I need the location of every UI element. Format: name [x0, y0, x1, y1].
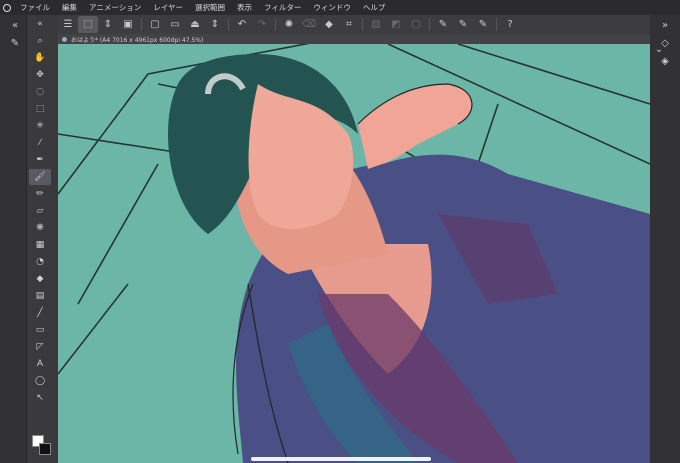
correct-icon[interactable]: ↖ — [29, 390, 51, 406]
lasso-icon[interactable]: ◌ — [29, 84, 51, 100]
collapse-left-icon[interactable]: « — [2, 17, 28, 33]
menu-filter[interactable]: フィルター — [258, 2, 307, 13]
menu-icon[interactable]: ☰ — [58, 16, 78, 33]
eyedropper-icon[interactable]: ⁄ — [29, 135, 51, 151]
menu-window[interactable]: ウィンドウ — [307, 2, 357, 13]
chevron-updown-icon-2[interactable]: ⇕ — [205, 16, 225, 33]
move-icon[interactable]: ✥ — [29, 67, 51, 83]
artwork — [58, 44, 650, 463]
save-icon[interactable]: ⏏ — [185, 16, 205, 33]
document-tab[interactable]: おはよう* (A4 7016 x 4961px 600dpi 47.5%) — [58, 34, 650, 44]
layer-move-icon[interactable]: ⬚ — [78, 16, 98, 33]
menu-animation[interactable]: アニメーション — [83, 2, 147, 13]
menu-layer[interactable]: レイヤー — [147, 2, 189, 13]
transform-icon[interactable]: ▨ — [366, 16, 386, 33]
undo-icon[interactable]: ↶ — [232, 16, 252, 33]
fill-icon[interactable]: ◆ — [29, 271, 51, 287]
menu-selection[interactable]: 選択範囲 — [189, 2, 231, 13]
command-bar: ☰ ⬚ ⇕ ▣ ▢ ▭ ⏏ ⇕ ↶ ↷ ✺ ⌫ ◆ ⌗ ▨ ◩ ▢ ✎ ✎ ✎ … — [58, 15, 680, 35]
eraser-icon[interactable]: ▱ — [29, 203, 51, 219]
tool-palette: « ⌕ ✋ ✥ ◌ ⬚ ✳ ⁄ ✒ 🖌 ✏ ▱ ❋ ▦ ◔ ◆ ▤ ╱ ▭ ◸ … — [27, 15, 59, 463]
menu-file[interactable]: ファイル — [14, 2, 56, 13]
deselect-icon[interactable]: ▢ — [406, 16, 426, 33]
help-icon[interactable]: ? — [500, 16, 520, 33]
gradient-icon[interactable]: ▤ — [29, 288, 51, 304]
fill-icon[interactable]: ◆ — [319, 16, 339, 33]
eraser-settings-icon[interactable]: ✎ — [473, 16, 493, 33]
menu-bar: ファイル 編集 アニメーション レイヤー 選択範囲 表示 フィルター ウィンドウ… — [0, 0, 680, 15]
menu-help[interactable]: ヘルプ — [357, 2, 392, 13]
app-logo-icon[interactable] — [0, 0, 14, 15]
new-icon[interactable]: ▢ — [145, 16, 165, 33]
open-icon[interactable]: ▭ — [165, 16, 185, 33]
brush-icon[interactable]: 🖌 — [29, 169, 51, 185]
pencil-icon[interactable]: ✏ — [29, 186, 51, 202]
tab-status-icon — [62, 36, 67, 42]
frame-icon[interactable]: ▭ — [29, 322, 51, 338]
transparency-icon[interactable]: ▣ — [118, 16, 138, 33]
hand-icon[interactable]: ✋ — [29, 50, 51, 66]
left-panel-strip: « ✎ — [0, 15, 27, 463]
crop-icon[interactable]: ⌗ — [339, 16, 359, 33]
search-icon[interactable]: ⌕ — [29, 33, 51, 49]
ruler-icon[interactable]: ◸ — [29, 339, 51, 355]
clear-icon[interactable]: ⌫ — [299, 16, 319, 33]
pen-icon[interactable]: ✒ — [29, 152, 51, 168]
right-panel-strip: » ◇ ◈ ⌄ — [650, 15, 680, 463]
select-icon[interactable]: ⬚ — [29, 101, 51, 117]
color-icon[interactable]: ◩ — [386, 16, 406, 33]
magic-wand-icon[interactable]: ✳ — [29, 118, 51, 134]
pen-settings-icon[interactable]: ✎ — [433, 16, 453, 33]
menu-edit[interactable]: 編集 — [56, 2, 83, 13]
brush-settings-icon[interactable]: ✎ — [453, 16, 473, 33]
home-indicator — [251, 457, 431, 461]
collapse-icon[interactable]: « — [29, 16, 51, 32]
expand-right-icon[interactable]: » — [654, 17, 676, 33]
redo-icon[interactable]: ↷ — [252, 16, 272, 33]
brush-variant-icon[interactable]: ✎ — [2, 35, 28, 51]
rotate-icon[interactable]: ✺ — [279, 16, 299, 33]
decoration-icon[interactable]: ❋ — [29, 220, 51, 236]
chevron-updown-icon[interactable]: ⇕ — [98, 16, 118, 33]
blend-icon[interactable]: ◔ — [29, 254, 51, 270]
sub-color-swatch[interactable] — [39, 443, 51, 455]
text-icon[interactable]: A — [29, 356, 51, 372]
menu-view[interactable]: 表示 — [231, 2, 258, 13]
line-icon[interactable]: ╱ — [29, 305, 51, 321]
balloon-icon[interactable]: ◯ — [29, 373, 51, 389]
airbrush-icon[interactable]: ▦ — [29, 237, 51, 253]
document-tab-title: おはよう* (A4 7016 x 4961px 600dpi 47.5%) — [71, 36, 204, 44]
canvas[interactable] — [58, 44, 650, 463]
